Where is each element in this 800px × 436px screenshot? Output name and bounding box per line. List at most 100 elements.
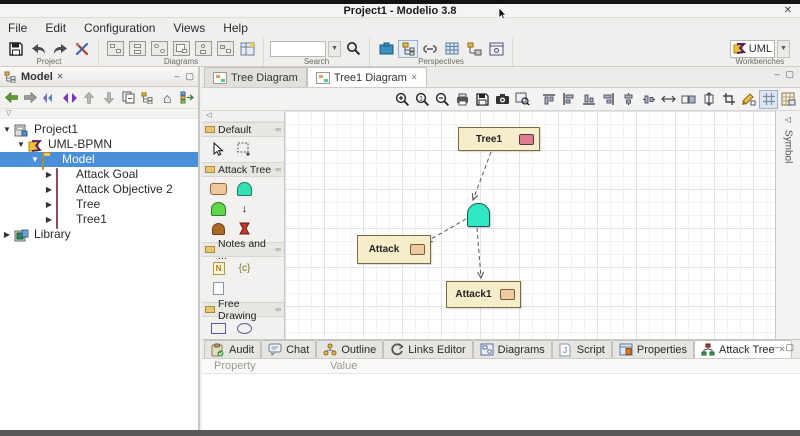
or-gate-tool-icon[interactable]	[210, 201, 227, 216]
menu-help[interactable]: Help	[223, 21, 248, 35]
tab-script[interactable]: J Script	[551, 340, 612, 358]
menu-views[interactable]: Views	[173, 21, 205, 35]
tab-properties[interactable]: Properties	[611, 340, 695, 358]
fit-height-icon[interactable]	[699, 90, 718, 109]
tree-item-attack-goal[interactable]: ▶ Attack Goal	[0, 167, 198, 184]
collapsed-arrow-icon[interactable]: ▶	[42, 212, 56, 227]
redo-icon[interactable]	[50, 40, 70, 58]
minimize-bottom-panel-icon[interactable]: ‒	[774, 342, 779, 353]
home-icon[interactable]: ⌂	[159, 89, 176, 106]
link-tool-icon[interactable]: ↓	[236, 201, 253, 216]
window-layout-icon[interactable]	[486, 40, 506, 58]
workbench-select[interactable]: UML	[729, 39, 775, 58]
and-gate-node[interactable]	[467, 203, 490, 227]
palette-group-free-drawing[interactable]: Free Drawing ∞	[202, 298, 284, 322]
new-class-diagram-icon[interactable]	[105, 40, 125, 58]
palette-group-default[interactable]: Default ∞	[202, 122, 284, 137]
model-explorer-perspective-icon[interactable]	[398, 39, 418, 58]
tab-links-editor[interactable]: Links Editor	[383, 340, 473, 358]
new-state-diagram-icon[interactable]	[215, 40, 235, 58]
same-size-icon[interactable]	[679, 90, 698, 109]
tab-audit[interactable]: Audit	[204, 340, 262, 358]
expanded-arrow-icon[interactable]: ▼	[0, 122, 14, 137]
minimize-panel-icon[interactable]: ‒	[174, 71, 179, 82]
view-menu-icon[interactable]: ▽	[0, 109, 198, 119]
countermeasure-tool-icon[interactable]	[210, 221, 227, 236]
zoom-actual-icon[interactable]: 1	[413, 90, 432, 109]
align-left-icon[interactable]	[559, 90, 578, 109]
collapsed-arrow-icon[interactable]: ▶	[42, 182, 56, 197]
document-tool-icon[interactable]	[210, 281, 227, 296]
crop-icon[interactable]	[719, 90, 738, 109]
zoom-in-icon[interactable]	[393, 90, 412, 109]
close-window-icon[interactable]: ✕	[784, 5, 792, 16]
menu-edit[interactable]: Edit	[45, 21, 66, 35]
matrix-perspective-icon[interactable]	[442, 40, 462, 58]
menu-file[interactable]: File	[8, 21, 27, 35]
rectangle-tool-icon[interactable]	[210, 321, 227, 336]
tree-item-tree[interactable]: ▶ Tree	[0, 197, 198, 214]
threat-agent-tool-icon[interactable]	[236, 221, 253, 236]
node-tree1[interactable]: Tree1	[458, 127, 540, 151]
expanded-arrow-icon[interactable]: ▼	[28, 152, 42, 167]
tab-model[interactable]: Model ✕	[4, 71, 63, 83]
center-vertical-icon[interactable]	[639, 90, 658, 109]
align-bottom-icon[interactable]	[579, 90, 598, 109]
new-use-case-diagram-icon[interactable]	[149, 40, 169, 58]
same-width-icon[interactable]	[659, 90, 678, 109]
tab-tree-diagram[interactable]: Tree Diagram	[204, 67, 307, 87]
tree-item-attack-objective-2[interactable]: ▶ Attack Objective 2	[0, 182, 198, 199]
palette-group-notes[interactable]: Notes and ... ∞	[202, 238, 284, 262]
ellipse-tool-icon[interactable]	[236, 321, 253, 336]
search-icon[interactable]	[343, 40, 363, 58]
attack-node-tool-icon[interactable]	[210, 181, 227, 196]
new-activity-diagram-icon[interactable]	[193, 40, 213, 58]
tree-item-library[interactable]: ▶ Library	[0, 227, 198, 242]
print-icon[interactable]	[453, 90, 472, 109]
toggle-grid-icon[interactable]	[759, 89, 778, 109]
collapsed-arrow-icon[interactable]: ▶	[42, 197, 56, 212]
palette-group-attack-tree[interactable]: Attack Tree ∞	[202, 162, 284, 177]
move-down-icon[interactable]	[101, 89, 118, 106]
palette-collapse-icon[interactable]: ◁	[202, 111, 284, 122]
navigate-related-icon[interactable]	[42, 89, 59, 106]
flat-view-icon[interactable]	[140, 89, 157, 106]
property-table-body[interactable]	[202, 374, 800, 430]
align-top-icon[interactable]	[539, 90, 558, 109]
tab-diagrams[interactable]: Diagrams	[472, 340, 552, 358]
tab-outline[interactable]: Outline	[316, 340, 384, 358]
search-options-dropdown-icon[interactable]: ▼	[328, 40, 341, 57]
note-tool-icon[interactable]: N	[210, 261, 227, 276]
constraint-tool-icon[interactable]: {c}	[236, 261, 253, 276]
and-gate-tool-icon[interactable]	[236, 181, 253, 196]
close-tab-icon[interactable]: ✕	[57, 72, 64, 81]
tab-symbol[interactable]: Symbol	[783, 130, 794, 163]
auto-layout-icon[interactable]	[739, 90, 758, 109]
maximize-panel-icon[interactable]: ▢	[185, 71, 194, 82]
tab-chat[interactable]: Chat	[261, 340, 317, 358]
zoom-selection-icon[interactable]	[513, 90, 532, 109]
close-tab-icon[interactable]: ✕	[411, 73, 418, 82]
diagram-canvas[interactable]: Tree1 Attack Attack1	[285, 111, 775, 339]
tree-item-tree1[interactable]: ▶ Tree1	[0, 212, 198, 229]
new-package-diagram-icon[interactable]	[127, 40, 147, 58]
tree-item-model[interactable]: ▼ Model	[0, 152, 198, 170]
navigate-both-icon[interactable]	[62, 89, 79, 106]
center-horizontal-icon[interactable]	[619, 90, 638, 109]
save-icon[interactable]	[6, 40, 26, 58]
minimize-editor-icon[interactable]: ‒	[774, 69, 779, 80]
workbench-dropdown-icon[interactable]: ▼	[777, 39, 790, 58]
search-input[interactable]	[270, 40, 326, 57]
screenshot-icon[interactable]	[493, 90, 512, 109]
tree-item-uml-bpmn[interactable]: ▼ UML-BPMN	[0, 137, 198, 152]
copy-view-icon[interactable]	[120, 89, 137, 106]
maximize-bottom-panel-icon[interactable]: ▢	[785, 342, 794, 353]
configure-tree-icon[interactable]	[179, 89, 196, 106]
marquee-tool-icon[interactable]	[236, 141, 253, 156]
collapsed-arrow-icon[interactable]: ▶	[42, 167, 56, 182]
hierarchy-perspective-icon[interactable]	[464, 40, 484, 58]
tab-tree1-diagram[interactable]: Tree1 Diagram ✕	[306, 67, 427, 87]
tools-icon[interactable]	[72, 40, 92, 58]
new-composite-diagram-icon[interactable]	[171, 40, 191, 58]
new-matrix-icon[interactable]	[237, 40, 257, 58]
